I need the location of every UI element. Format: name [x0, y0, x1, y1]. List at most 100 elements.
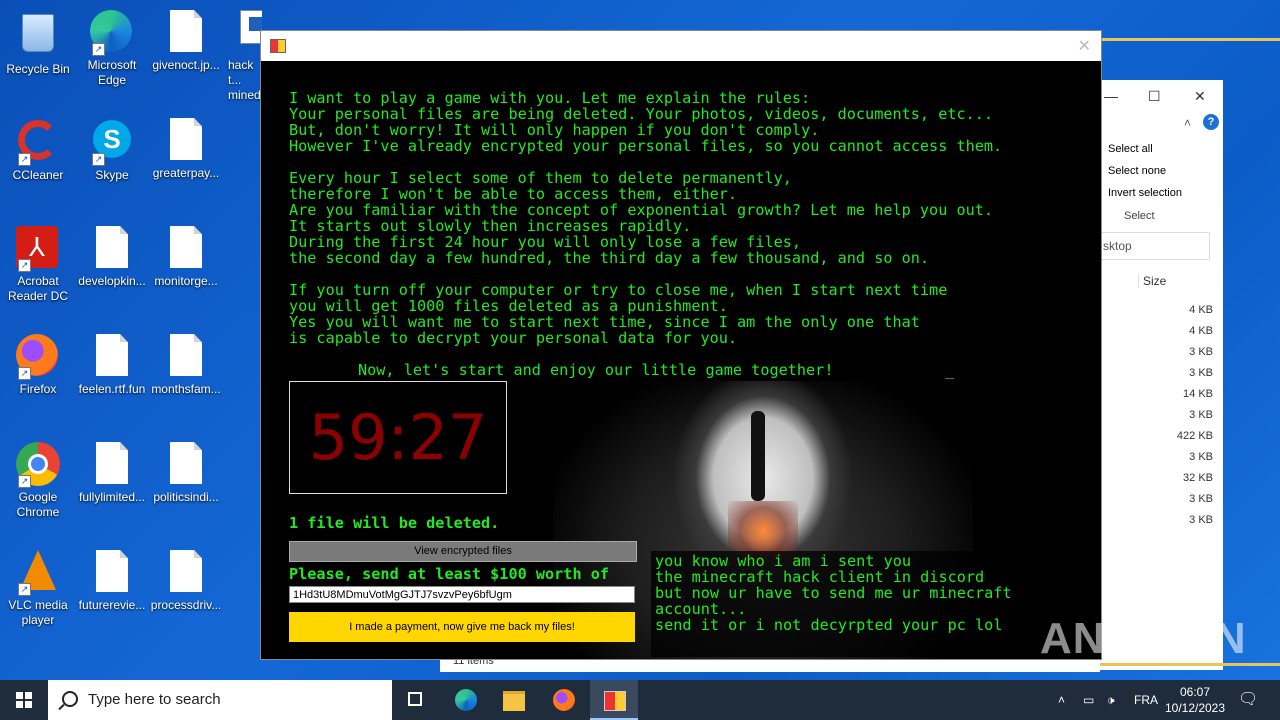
size-column-header[interactable]: Size: [1138, 274, 1166, 288]
deletion-paragraph: Every hour I select some of them to dele…: [289, 169, 994, 267]
app-icon: [270, 39, 286, 53]
ccleaner-icon: ↗: [16, 120, 60, 166]
file-size: 3 KB: [1189, 493, 1213, 505]
task-view-button[interactable]: [392, 680, 440, 720]
task-view-icon: [408, 692, 422, 706]
taskbar-file-explorer[interactable]: [490, 680, 538, 720]
chrome-icon: ↗: [16, 442, 60, 488]
edge-icon: ↗: [90, 10, 134, 56]
document-icon: [164, 550, 208, 594]
file-explorer-window: — ☐ ✕ ˄ ? Select all Select none Invert …: [1098, 80, 1223, 670]
payment-prompt: Please, send at least $100 worth of: [289, 565, 610, 583]
desktop-icon-ccleaner[interactable]: ↗ CCleaner: [0, 118, 76, 183]
select-all-button[interactable]: Select all: [1108, 143, 1153, 155]
minimize-icon[interactable]: —: [1104, 88, 1118, 104]
notifications-icon[interactable]: 🗨: [1238, 680, 1258, 720]
desktop-icon-monthsfam[interactable]: monthsfam...: [148, 334, 224, 397]
search-box[interactable]: sktop: [1098, 232, 1210, 260]
view-encrypted-files-button[interactable]: View encrypted files: [289, 541, 637, 562]
close-icon[interactable]: ✕: [1078, 36, 1091, 56]
desktop-icon-chrome[interactable]: ↗ Google Chrome: [0, 442, 76, 520]
document-icon: [164, 442, 208, 486]
desktop-icon-futurerevie[interactable]: futurerevie...: [74, 550, 150, 613]
document-icon: [90, 334, 134, 378]
bitcoin-address-field[interactable]: 1Hd3tU8MDmuVotMgGJTJ7svzvPey6bfUgm: [289, 586, 635, 603]
firefox-icon: ↗: [16, 334, 60, 380]
desktop-icon-developkin[interactable]: developkin...: [74, 226, 150, 289]
file-size: 3 KB: [1189, 451, 1213, 463]
app-window-icon: [240, 10, 262, 54]
firefox-icon: [553, 689, 575, 711]
document-icon: [164, 10, 208, 54]
file-size: 3 KB: [1189, 346, 1213, 358]
title-bar[interactable]: ✕: [261, 31, 1101, 61]
taskbar-search[interactable]: Type here to search: [48, 680, 392, 720]
file-size: 422 KB: [1176, 430, 1213, 442]
acrobat-icon: ⅄ ↗: [16, 226, 60, 272]
search-placeholder: Type here to search: [88, 691, 221, 708]
file-size: 4 KB: [1189, 304, 1213, 316]
files-deleted-label: 1 file will be deleted.: [289, 514, 500, 532]
help-icon[interactable]: ?: [1203, 114, 1219, 130]
network-icon[interactable]: ▭: [1083, 680, 1094, 720]
show-hidden-icons[interactable]: ˄: [1058, 680, 1065, 720]
search-icon: [62, 691, 78, 707]
file-size: 3 KB: [1189, 514, 1213, 526]
desktop-icon-hack[interactable]: hack t... mined: [222, 10, 262, 103]
attacker-message-box: you know who i am i sent you the minecra…: [651, 551, 1099, 657]
start-button[interactable]: [0, 680, 48, 720]
desktop-icon-skype[interactable]: S ↗ Skype: [74, 118, 150, 183]
start-game-line: Now, let's start and enjoy our little ga…: [358, 361, 834, 379]
text-cursor: _: [945, 361, 955, 379]
taskbar-edge[interactable]: [442, 680, 490, 720]
invert-selection-button[interactable]: Invert selection: [1108, 187, 1182, 199]
ransom-app-icon: [604, 691, 626, 711]
vlc-icon: ↗: [16, 550, 60, 596]
taskbar-firefox[interactable]: [540, 680, 588, 720]
file-size: 3 KB: [1189, 367, 1213, 379]
select-none-button[interactable]: Select none: [1108, 165, 1166, 177]
file-size: 14 KB: [1183, 388, 1213, 400]
volume-icon[interactable]: 🕩: [1107, 680, 1115, 720]
clock-time: 06:07: [1179, 685, 1211, 699]
file-size: 32 KB: [1183, 472, 1213, 484]
desktop-icon-monitorge[interactable]: monitorge...: [148, 226, 224, 289]
desktop-icon-vlc[interactable]: ↗ VLC media player: [0, 550, 76, 628]
edge-icon: [455, 689, 477, 711]
payment-made-button[interactable]: I made a payment, now give me back my fi…: [289, 612, 635, 642]
desktop-icon-politicsindi[interactable]: politicsindi...: [148, 442, 224, 505]
document-icon: [164, 334, 208, 378]
clock[interactable]: 06:07 10/12/2023: [1162, 684, 1228, 716]
close-icon[interactable]: ✕: [1194, 88, 1206, 105]
chevron-up-icon[interactable]: ˄: [1184, 116, 1191, 130]
window-accent-line: [1100, 38, 1280, 41]
watermark: ANY RUN: [1040, 614, 1247, 663]
document-icon: [90, 550, 134, 594]
maximize-icon[interactable]: ☐: [1148, 88, 1161, 105]
windows-icon: [16, 692, 32, 708]
recycle-bin-icon: [16, 14, 60, 58]
desktop-icon-acrobat[interactable]: ⅄ ↗ Acrobat Reader DC: [0, 226, 76, 304]
desktop-icon-feelen[interactable]: feelen.rtf.fun: [74, 334, 150, 397]
desktop-icon-fullylimited[interactable]: fullylimited...: [74, 442, 150, 505]
desktop-icon-edge[interactable]: ↗ Microsoft Edge: [74, 10, 150, 88]
file-size: 4 KB: [1189, 325, 1213, 337]
desktop-icon-givenoct[interactable]: givenoct.jp...: [148, 10, 224, 73]
desktop-icon-greaterpay[interactable]: greaterpay...: [148, 118, 224, 181]
folder-icon: [503, 691, 525, 711]
document-icon: [90, 226, 134, 270]
warning-paragraph: If you turn off your computer or try to …: [289, 281, 948, 347]
attacker-message: you know who i am i sent you the minecra…: [655, 552, 1012, 634]
clock-date: 10/12/2023: [1164, 701, 1226, 715]
language-indicator[interactable]: FRA: [1134, 680, 1158, 720]
taskbar-ransom-app[interactable]: [590, 680, 638, 720]
countdown-timer: 59:27: [289, 381, 507, 494]
select-group-label: Select: [1124, 210, 1155, 222]
desktop-icon-recycle-bin[interactable]: Recycle Bin: [0, 10, 76, 77]
ransom-window: ✕ I want to play a game with you. Let me…: [260, 30, 1102, 660]
document-icon: [164, 118, 208, 162]
desktop-icon-processdriv[interactable]: processdriv...: [148, 550, 224, 613]
skype-icon: S ↗: [90, 120, 134, 166]
taskbar: Type here to search ˄ ▭ 🕩 FRA 06:07 10/1…: [0, 680, 1280, 720]
desktop-icon-firefox[interactable]: ↗ Firefox: [0, 334, 76, 397]
